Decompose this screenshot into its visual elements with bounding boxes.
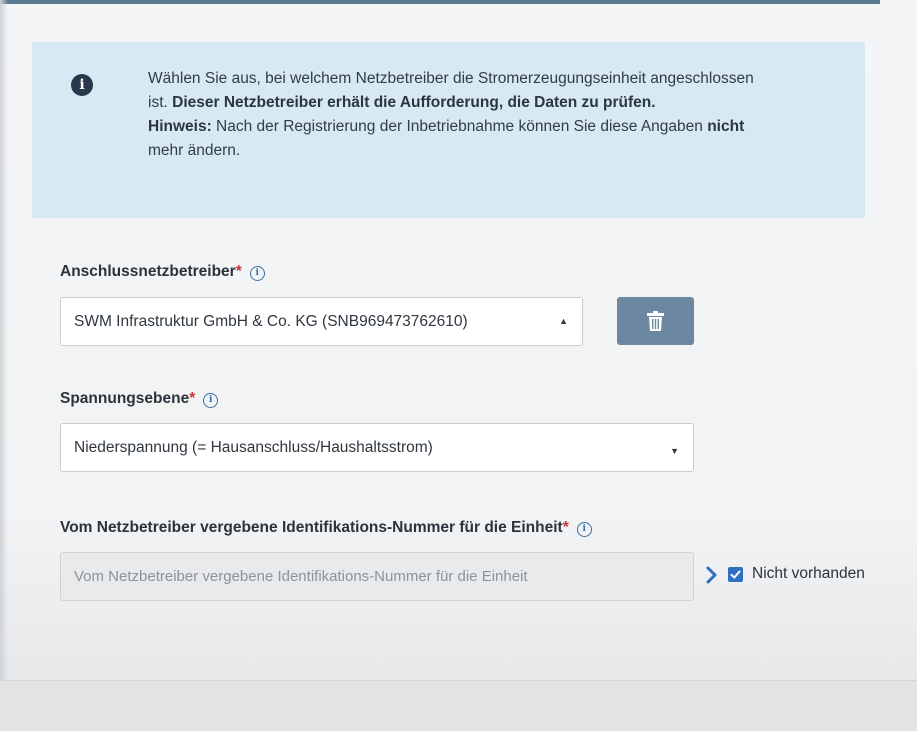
info-text: Wählen Sie aus, bei welchem Netzbetreibe… <box>148 67 808 163</box>
caret-down-icon: ▼ <box>670 446 679 456</box>
info-circle-icon[interactable]: i <box>576 522 592 537</box>
trash-icon <box>647 311 664 331</box>
info-hint-text: Nach der Registrierung der Inbetriebnahm… <box>211 118 708 135</box>
info-hint-end: mehr ändern. <box>148 142 241 159</box>
info-box: i Wählen Sie aus, bei welchem Netzbetrei… <box>32 42 865 218</box>
left-edge-shadow <box>0 0 8 731</box>
unit-id-label-text: Vom Netzbetreiber vergebene Identifikati… <box>60 519 563 536</box>
operator-select[interactable]: SWM Infrastruktur GmbH & Co. KG (SNB9694… <box>60 297 583 346</box>
not-available-checkbox[interactable] <box>728 567 743 582</box>
required-marker: * <box>562 519 569 536</box>
voltage-label-text: Spannungsebene <box>60 390 190 407</box>
required-marker: * <box>189 390 196 407</box>
info-icon: i <box>71 74 93 96</box>
unit-id-label: Vom Netzbetreiber vergebene Identifikati… <box>60 519 592 537</box>
info-circle-icon[interactable]: i <box>249 266 265 281</box>
info-hint-label: Hinweis: <box>148 118 212 135</box>
required-marker: * <box>235 263 242 280</box>
operator-label-text: Anschlussnetzbetreiber <box>60 263 236 280</box>
delete-operator-button[interactable] <box>617 297 694 345</box>
info-circle-icon[interactable]: i <box>203 393 219 408</box>
info-line-2-bold: Dieser Netzbetreiber erhält die Aufforde… <box>172 94 656 111</box>
not-available-label[interactable]: Nicht vorhanden <box>752 565 865 583</box>
caret-up-icon: ▲ <box>559 316 568 326</box>
unit-id-input[interactable]: Vom Netzbetreiber vergebene Identifikati… <box>60 552 694 601</box>
top-divider <box>0 0 880 4</box>
info-hint-bold: nicht <box>707 118 745 135</box>
info-line-1: Wählen Sie aus, bei welchem Netzbetreibe… <box>148 70 754 87</box>
voltage-select-value: Niederspannung (= Hausanschluss/Haushalt… <box>74 439 433 456</box>
unit-id-placeholder: Vom Netzbetreiber vergebene Identifikati… <box>74 568 528 585</box>
checkmark-icon <box>730 570 741 579</box>
page: i Wählen Sie aus, bei welchem Netzbetrei… <box>0 0 917 731</box>
info-line-2-prefix: ist. <box>148 94 173 111</box>
voltage-label: Spannungsebene* i <box>60 390 219 408</box>
operator-select-value: SWM Infrastruktur GmbH & Co. KG (SNB9694… <box>74 313 468 330</box>
operator-label: Anschlussnetzbetreiber* i <box>60 263 265 281</box>
footer-band <box>0 680 917 731</box>
voltage-select[interactable]: Niederspannung (= Hausanschluss/Haushalt… <box>60 423 694 472</box>
chevron-right-icon <box>706 566 717 584</box>
